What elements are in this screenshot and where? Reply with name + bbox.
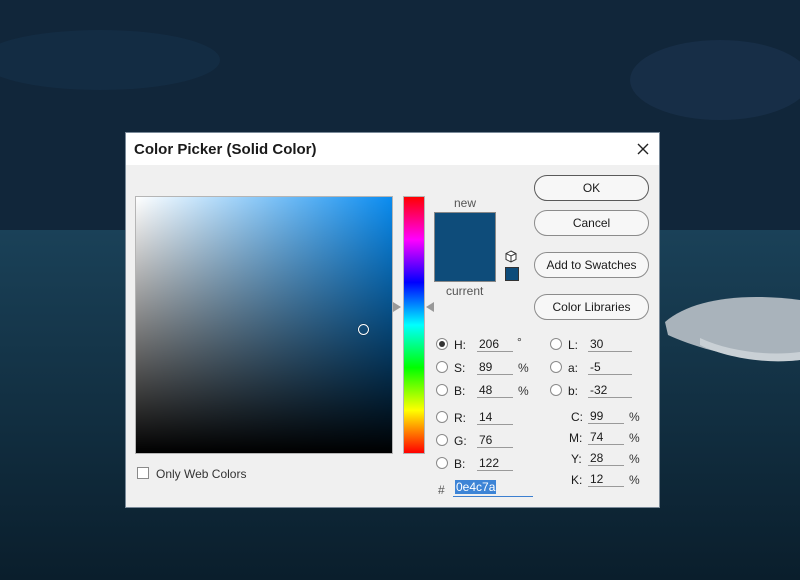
lab-b-label: b: [568, 384, 579, 398]
only-web-colors-checkbox[interactable] [137, 467, 149, 479]
out-of-gamut-cube-icon[interactable] [504, 250, 518, 264]
add-to-swatches-button[interactable]: Add to Swatches [534, 252, 649, 278]
g-label: G: [454, 434, 467, 448]
r-label: R: [454, 411, 466, 425]
hue-slider[interactable] [403, 196, 425, 454]
r-radio[interactable] [436, 411, 448, 423]
brightness-radio[interactable] [436, 384, 448, 396]
hue-slider-right-arrow-icon[interactable] [426, 301, 434, 312]
h-radio[interactable] [436, 338, 448, 350]
cancel-button[interactable]: Cancel [534, 210, 649, 236]
color-field-cursor[interactable] [357, 324, 369, 336]
g-radio[interactable] [436, 434, 448, 446]
k-field[interactable] [588, 471, 624, 487]
only-web-colors-label: Only Web Colors [156, 467, 247, 481]
color-picker-dialog: Color Picker (Solid Color) new current O… [125, 132, 660, 508]
brightness-field[interactable] [477, 382, 513, 398]
lab-b-field[interactable] [588, 382, 632, 398]
s-unit: % [518, 361, 529, 375]
r-field[interactable] [477, 409, 513, 425]
y-field[interactable] [588, 450, 624, 466]
a-label: a: [568, 361, 579, 375]
k-label: K: [571, 473, 583, 487]
close-button[interactable] [631, 137, 655, 161]
brightness-unit: % [518, 384, 529, 398]
l-field[interactable] [588, 336, 632, 352]
hex-field[interactable]: 0e4c7a [453, 480, 533, 497]
s-field[interactable] [477, 359, 513, 375]
y-unit: % [629, 452, 640, 466]
lab-b-radio[interactable] [550, 384, 562, 396]
ok-button[interactable]: OK [534, 175, 649, 201]
h-label: H: [454, 338, 466, 352]
dialog-title: Color Picker (Solid Color) [134, 141, 317, 158]
a-field[interactable] [588, 359, 632, 375]
hex-label: # [438, 483, 445, 497]
h-unit: ° [517, 335, 522, 349]
new-color-swatch [435, 213, 495, 247]
m-label: M: [569, 431, 583, 445]
y-label: Y: [571, 452, 582, 466]
m-field[interactable] [588, 429, 624, 445]
g-field[interactable] [477, 432, 513, 448]
s-radio[interactable] [436, 361, 448, 373]
brightness-label: B: [454, 384, 466, 398]
c-field[interactable] [588, 408, 624, 424]
color-field[interactable] [135, 196, 393, 454]
blue-radio[interactable] [436, 457, 448, 469]
l-radio[interactable] [550, 338, 562, 350]
a-radio[interactable] [550, 361, 562, 373]
c-unit: % [629, 410, 640, 424]
m-unit: % [629, 431, 640, 445]
l-label: L: [568, 338, 579, 352]
current-color-swatch[interactable] [435, 247, 495, 281]
current-label: current [446, 284, 484, 298]
hue-slider-left-arrow-icon[interactable] [393, 301, 401, 312]
h-field[interactable] [477, 336, 513, 352]
web-safe-swatch[interactable] [505, 267, 519, 281]
new-label: new [454, 196, 477, 210]
c-label: C: [571, 410, 583, 424]
close-icon [637, 143, 649, 155]
title-bar: Color Picker (Solid Color) [126, 133, 659, 165]
blue-field[interactable] [477, 455, 513, 471]
color-libraries-button[interactable]: Color Libraries [534, 294, 649, 320]
blue-label: B: [454, 457, 466, 471]
s-label: S: [454, 361, 466, 375]
k-unit: % [629, 473, 640, 487]
hex-value: 0e4c7a [455, 480, 497, 494]
